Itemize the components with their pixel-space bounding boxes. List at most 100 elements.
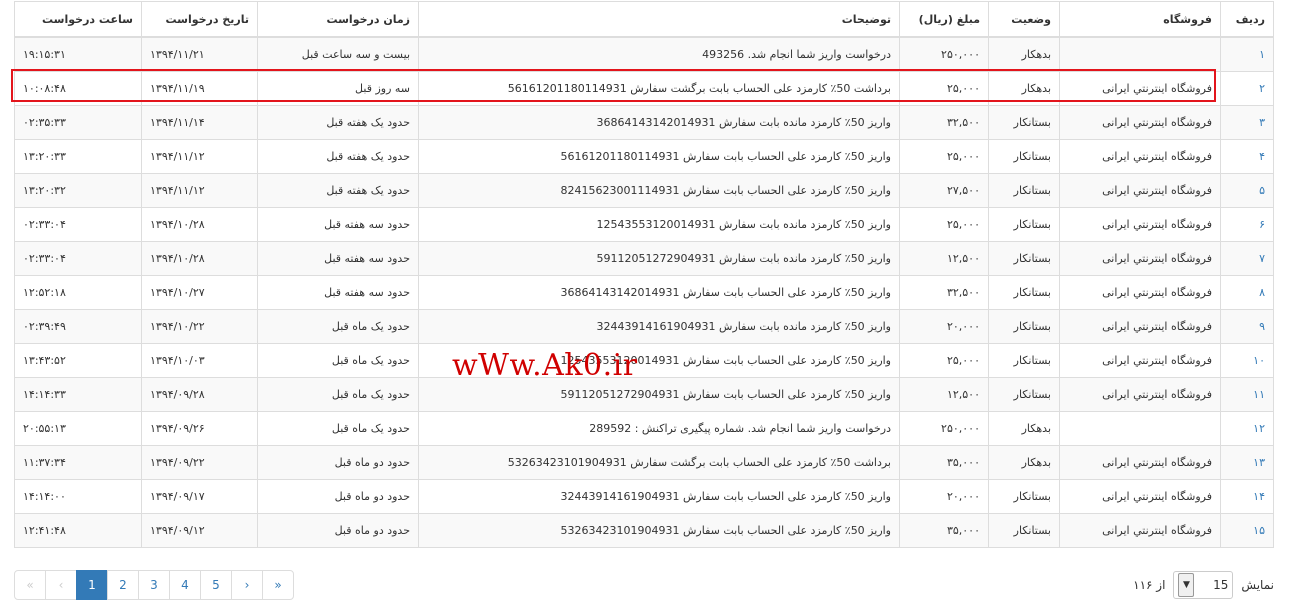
page-size-label: نمایش	[1241, 578, 1274, 592]
cell-status: بستانکار	[988, 275, 1060, 310]
cell-time: ۰۲:۳۵:۳۳	[14, 105, 142, 140]
cell-time-ago: حدود یک هفته قبل	[257, 139, 419, 174]
cell-amount: ۱۲,۵۰۰	[899, 241, 989, 276]
cell-date: ۱۳۹۴/۱۰/۲۲	[141, 309, 258, 344]
header-shop[interactable]: فروشگاه	[1059, 1, 1221, 38]
table-row: ۱۲ بدهکار ۲۵۰,۰۰۰ درخواست واریز شما انجام ش…	[14, 411, 1274, 446]
cell-row-number[interactable]: ۱۵	[1220, 513, 1274, 548]
pagination-prev[interactable]: ‹	[45, 570, 77, 600]
cell-status: بستانکار	[988, 139, 1060, 174]
header-row-number[interactable]: ردیف	[1220, 1, 1274, 38]
cell-time-ago: بیست و سه ساعت قبل	[257, 36, 419, 72]
cell-time-ago: حدود یک هفته قبل	[257, 173, 419, 208]
cell-row-number[interactable]: ۱۳	[1220, 445, 1274, 480]
cell-amount: ۲۵,۰۰۰	[899, 207, 989, 242]
cell-description: برداشت 50٪ کارمزد علی الحساب بابت برگشت …	[418, 71, 900, 106]
header-time-ago[interactable]: زمان درخواست	[257, 1, 419, 38]
cell-description: واریز 50٪ کارمزد مانده بابت سفارش 125435…	[418, 207, 900, 242]
table-row: ۸ فروشگاه اینترنتي ایرانی بستانکار ۳۲,۵۰۰ وا…	[14, 275, 1274, 310]
table-row: ۱۴ فروشگاه اینترنتي ایرانی بستانکار ۲۰,۰۰۰ و…	[14, 479, 1274, 514]
cell-row-number[interactable]: ۹	[1220, 309, 1274, 344]
table-row: ۱ بدهکار ۲۵۰,۰۰۰ درخواست واریز شما انجام شد…	[14, 36, 1274, 72]
header-description[interactable]: توضیحات	[418, 1, 900, 38]
cell-status: بستانکار	[988, 343, 1060, 378]
cell-amount: ۲۰,۰۰۰	[899, 309, 989, 344]
page-size-select[interactable]: ▼ 15	[1173, 571, 1234, 599]
cell-time: ۱۹:۱۵:۳۱	[14, 36, 142, 72]
table-row: ۴ فروشگاه اینترنتي ایرانی بستانکار ۲۵,۰۰۰ وا…	[14, 139, 1274, 174]
pagination-last[interactable]: »	[262, 570, 294, 600]
cell-shop: فروشگاه اینترنتي ایرانی	[1059, 445, 1221, 480]
cell-time: ۰۲:۳۹:۴۹	[14, 309, 142, 344]
cell-row-number[interactable]: ۸	[1220, 275, 1274, 310]
cell-date: ۱۳۹۴/۱۰/۲۸	[141, 241, 258, 276]
pagination: « ‹ 1 2 3 4 5 › »	[14, 570, 294, 600]
cell-row-number[interactable]: ۱۴	[1220, 479, 1274, 514]
cell-row-number[interactable]: ۱۲	[1220, 411, 1274, 446]
cell-status: بستانکار	[988, 309, 1060, 344]
cell-status: بستانکار	[988, 479, 1060, 514]
cell-row-number[interactable]: ۱۱	[1220, 377, 1274, 412]
cell-row-number[interactable]: ۴	[1220, 139, 1274, 174]
pagination-page-4[interactable]: 4	[169, 570, 201, 600]
cell-row-number[interactable]: ۱	[1220, 36, 1274, 72]
cell-description: واریز 50٪ کارمزد مانده بابت سفارش 324439…	[418, 309, 900, 344]
cell-date: ۱۳۹۴/۰۹/۲۲	[141, 445, 258, 480]
table-header-row: ردیف فروشگاه وضعیت مبلغ (ریال) توضیحات ز…	[14, 1, 1274, 38]
header-time[interactable]: ساعت درخواست	[14, 1, 142, 38]
cell-time-ago: حدود سه هفته قبل	[257, 207, 419, 242]
table-row: ۷ فروشگاه اینترنتي ایرانی بستانکار ۱۲,۵۰۰ وا…	[14, 241, 1274, 276]
table-row: ۱۳ فروشگاه اینترنتي ایرانی بدهکار ۳۵,۰۰۰ برد…	[14, 445, 1274, 480]
cell-row-number[interactable]: ۲	[1220, 71, 1274, 106]
cell-time-ago: حدود سه هفته قبل	[257, 241, 419, 276]
pagination-page-1[interactable]: 1	[76, 570, 108, 600]
cell-date: ۱۳۹۴/۱۱/۱۲	[141, 139, 258, 174]
cell-row-number[interactable]: ۳	[1220, 105, 1274, 140]
cell-date: ۱۳۹۴/۱۱/۱۴	[141, 105, 258, 140]
cell-row-number[interactable]: ۱۰	[1220, 343, 1274, 378]
table-row: ۱۵ فروشگاه اینترنتي ایرانی بستانکار ۳۵,۰۰۰ و…	[14, 513, 1274, 548]
cell-time-ago: حدود دو ماه قبل	[257, 445, 419, 480]
cell-shop: فروشگاه اینترنتي ایرانی	[1059, 275, 1221, 310]
cell-amount: ۲۵,۰۰۰	[899, 71, 989, 106]
cell-description: واریز 50٪ کارمزد علی الحساب بابت سفارش 5…	[418, 139, 900, 174]
pagination-next[interactable]: ›	[231, 570, 263, 600]
total-count-label: از ۱۱۶	[1133, 578, 1166, 592]
cell-time-ago: حدود یک ماه قبل	[257, 377, 419, 412]
pagination-page-5[interactable]: 5	[200, 570, 232, 600]
cell-description: برداشت 50٪ کارمزد علی الحساب بابت برگشت …	[418, 445, 900, 480]
cell-date: ۱۳۹۴/۱۱/۱۲	[141, 173, 258, 208]
page-size-control: نمایش ▼ 15 از ۱۱۶	[1133, 570, 1274, 600]
chevron-down-icon[interactable]: ▼	[1178, 573, 1195, 597]
cell-amount: ۱۲,۵۰۰	[899, 377, 989, 412]
cell-row-number[interactable]: ۶	[1220, 207, 1274, 242]
cell-shop: فروشگاه اینترنتي ایرانی	[1059, 241, 1221, 276]
cell-amount: ۲۰,۰۰۰	[899, 479, 989, 514]
cell-time: ۱۴:۱۴:۰۰	[14, 479, 142, 514]
header-amount[interactable]: مبلغ (ریال)	[899, 1, 989, 38]
table-row: ۳ فروشگاه اینترنتي ایرانی بستانکار ۳۲,۵۰۰ وا…	[14, 105, 1274, 140]
cell-time-ago: حدود یک ماه قبل	[257, 309, 419, 344]
pagination-first[interactable]: «	[14, 570, 46, 600]
cell-time: ۱۳:۲۰:۳۳	[14, 139, 142, 174]
header-date[interactable]: تاریخ درخواست	[141, 1, 258, 38]
cell-amount: ۲۵۰,۰۰۰	[899, 36, 989, 72]
cell-description: واریز 50٪ کارمزد علی الحساب بابت سفارش 5…	[418, 513, 900, 548]
cell-amount: ۲۵۰,۰۰۰	[899, 411, 989, 446]
cell-status: بدهکار	[988, 36, 1060, 72]
cell-time: ۲۰:۵۵:۱۳	[14, 411, 142, 446]
cell-date: ۱۳۹۴/۱۱/۱۹	[141, 71, 258, 106]
cell-description: واریز 50٪ کارمزد مانده بابت سفارش 368641…	[418, 105, 900, 140]
cell-status: بستانکار	[988, 377, 1060, 412]
cell-date: ۱۳۹۴/۱۰/۲۷	[141, 275, 258, 310]
pagination-page-2[interactable]: 2	[107, 570, 139, 600]
cell-description: واریز 50٪ کارمزد مانده بابت سفارش 591120…	[418, 241, 900, 276]
cell-time-ago: حدود سه هفته قبل	[257, 275, 419, 310]
header-status[interactable]: وضعیت	[988, 1, 1060, 38]
cell-status: بدهکار	[988, 411, 1060, 446]
cell-date: ۱۳۹۴/۱۱/۲۱	[141, 36, 258, 72]
cell-row-number[interactable]: ۵	[1220, 173, 1274, 208]
cell-row-number[interactable]: ۷	[1220, 241, 1274, 276]
pagination-page-3[interactable]: 3	[138, 570, 170, 600]
cell-shop: فروشگاه اینترنتي ایرانی	[1059, 343, 1221, 378]
